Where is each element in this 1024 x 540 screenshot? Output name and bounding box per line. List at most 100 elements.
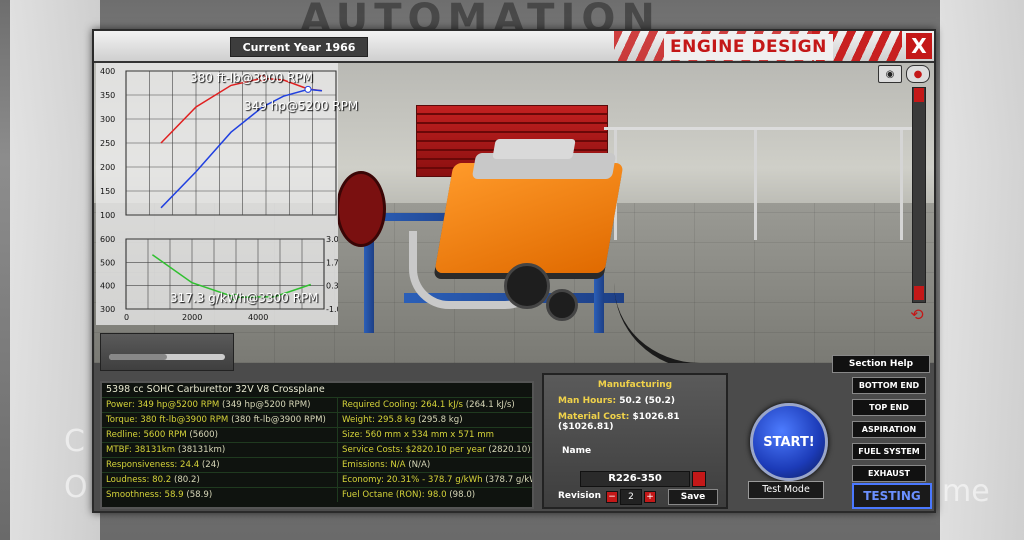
background-text: O bbox=[64, 470, 88, 505]
carburettor bbox=[492, 139, 576, 159]
scroll-down-arrow[interactable] bbox=[914, 286, 924, 300]
section-help-button[interactable]: Section Help bbox=[832, 355, 930, 373]
stat-label: Redline: 5600 RPM bbox=[106, 430, 187, 440]
material-cost-label: Material Cost: bbox=[558, 412, 630, 422]
manufacturing-panel: Manufacturing Man Hours: 50.2 (50.2) Mat… bbox=[542, 373, 728, 509]
stat-left-6: Smoothness: 58.9 (58.9) bbox=[102, 487, 338, 502]
accessory-pulley bbox=[546, 289, 578, 321]
stat-value: (380 ft-lb@3900 RPM) bbox=[228, 415, 326, 425]
stat-right-6: Fuel Octane (RON): 98.0 (98.0) bbox=[338, 487, 532, 502]
testing-button[interactable]: TESTING bbox=[852, 483, 932, 509]
stat-value: (349 hp@5200 RPM) bbox=[219, 400, 311, 410]
y-tick-label: 200 bbox=[100, 163, 115, 172]
stat-label: Fuel Octane (RON): 98.0 bbox=[342, 490, 447, 500]
stat-label: Responsiveness: 24.4 bbox=[106, 460, 200, 470]
stat-value: (264.1 kJ/s) bbox=[463, 400, 515, 410]
background-text: me bbox=[942, 474, 990, 509]
section-button-0[interactable]: BOTTOM END bbox=[852, 377, 926, 394]
title-bar: Current Year 1966 ENGINE DESIGN X bbox=[94, 31, 934, 63]
material-cost: Material Cost: $1026.81 ($1026.81) bbox=[544, 412, 726, 432]
section-buttons: BOTTOM END TOP END ASPIRATION FUEL SYSTEM EX… bbox=[852, 377, 926, 487]
stat-label: Size: 560 mm x 534 mm x 571 mm bbox=[342, 430, 494, 440]
y-tick-label: 150 bbox=[100, 187, 115, 196]
zoom-scrollbar[interactable] bbox=[912, 87, 926, 303]
stat-label: Loudness: 80.2 bbox=[106, 475, 172, 485]
revision-decrement-button[interactable]: − bbox=[606, 491, 618, 503]
screen-title: ENGINE DESIGN bbox=[664, 34, 833, 60]
section-button-3[interactable]: FUEL SYSTEM bbox=[852, 443, 926, 460]
name-reset-button[interactable] bbox=[692, 471, 706, 487]
background-text: C bbox=[64, 424, 85, 459]
y-tick-label: 350 bbox=[100, 91, 115, 100]
background-pillar bbox=[10, 0, 100, 540]
performance-graphs: 400 350 300 250 200 150 100 600 500 400 300 3.0 1.7 0… bbox=[96, 63, 358, 325]
section-button-1[interactable]: TOP END bbox=[852, 399, 926, 416]
y-tick-label-right: 1.7 bbox=[326, 258, 338, 267]
eye-icon[interactable]: ● bbox=[906, 65, 930, 83]
engine-name-field[interactable]: R226-350 bbox=[580, 471, 690, 487]
y-tick-label: 250 bbox=[100, 139, 115, 148]
manufacturing-title: Manufacturing bbox=[597, 380, 673, 390]
stat-value: (24) bbox=[199, 460, 220, 470]
power-peak-annotation: 349 hp@5200 RPM bbox=[244, 99, 359, 113]
stat-label: Service Costs: $2820.10 per year bbox=[342, 445, 486, 455]
x-tick-label: 0 bbox=[124, 313, 129, 322]
efficiency-annotation: 317.3 g/kWh@3300 RPM bbox=[170, 291, 319, 305]
revision-value: 2 bbox=[620, 489, 642, 505]
stat-value: (295.8 kg) bbox=[415, 415, 463, 425]
test-mode-button[interactable]: Test Mode bbox=[748, 481, 824, 499]
man-hours-value: 50.2 (50.2) bbox=[619, 396, 676, 406]
stats-grid: Power: 349 hp@5200 RPM (349 hp@5200 RPM)… bbox=[102, 397, 532, 502]
stat-value: (2820.10) bbox=[485, 445, 531, 455]
engine-design-window: Current Year 1966 ENGINE DESIGN X 400 35… bbox=[92, 29, 936, 513]
stat-left-3: MTBF: 38131km (38131km) bbox=[102, 442, 338, 457]
stat-right-3: Service Costs: $2820.10 per year (2820.1… bbox=[338, 442, 532, 457]
start-button[interactable]: START! bbox=[750, 403, 828, 481]
camera-icon[interactable]: ◉ bbox=[878, 65, 902, 83]
engine-block bbox=[434, 163, 624, 273]
close-button[interactable]: X bbox=[906, 33, 932, 59]
y-tick-label: 600 bbox=[100, 235, 115, 244]
stat-label: Weight: 295.8 kg bbox=[342, 415, 416, 425]
y-tick-label: 500 bbox=[100, 258, 115, 267]
stat-value: (58.9) bbox=[183, 490, 213, 500]
torque-peak-annotation: 380 ft-lb@3900 RPM bbox=[190, 71, 313, 85]
rotate-icon[interactable]: ⟲ bbox=[906, 305, 928, 325]
stat-left-2: Redline: 5600 RPM (5600) bbox=[102, 427, 338, 442]
current-year-label: Current Year 1966 bbox=[230, 37, 368, 57]
stat-value: (N/A) bbox=[405, 460, 431, 470]
stat-label: Smoothness: 58.9 bbox=[106, 490, 184, 500]
y-tick-label: 300 bbox=[100, 115, 115, 124]
stat-label: Economy: 20.31% - 378.7 g/kWh bbox=[342, 475, 483, 485]
background-pillar bbox=[940, 0, 1024, 540]
section-button-2[interactable]: ASPIRATION bbox=[852, 421, 926, 438]
stat-value: (98.0) bbox=[446, 490, 476, 500]
stat-left-4: Responsiveness: 24.4 (24) bbox=[102, 457, 338, 472]
stat-value: (5600) bbox=[186, 430, 218, 440]
stat-right-2: Size: 560 mm x 534 mm x 571 mm bbox=[338, 427, 532, 442]
save-button[interactable]: Save bbox=[668, 489, 718, 505]
y-tick-label-right: 0.3 bbox=[326, 282, 338, 291]
man-hours-label: Man Hours: bbox=[558, 396, 617, 406]
stat-left-1: Torque: 380 ft-lb@3900 RPM (380 ft-lb@39… bbox=[102, 412, 338, 427]
view-slider-panel bbox=[100, 333, 234, 371]
engine-description: 5398 cc SOHC Carburettor 32V V8 Crosspla… bbox=[106, 384, 325, 395]
stat-value: (80.2) bbox=[171, 475, 200, 485]
stat-left-5: Loudness: 80.2 (80.2) bbox=[102, 472, 338, 487]
y-tick-label-right: -1.0 bbox=[326, 305, 338, 314]
stat-label: Required Cooling: 264.1 kJ/s bbox=[342, 400, 464, 410]
stat-value: (38131km) bbox=[175, 445, 226, 455]
section-button-4[interactable]: EXHAUST bbox=[852, 465, 926, 482]
crank-pulley bbox=[504, 263, 550, 309]
stat-right-5: Economy: 20.31% - 378.7 g/kWh (378.7 g/k… bbox=[338, 472, 532, 487]
man-hours: Man Hours: 50.2 (50.2) bbox=[544, 396, 726, 406]
stat-label: MTBF: 38131km bbox=[106, 445, 176, 455]
workbench bbox=[604, 127, 914, 250]
revision-increment-button[interactable]: + bbox=[644, 491, 656, 503]
stat-label: Torque: 380 ft-lb@3900 RPM bbox=[106, 415, 229, 425]
stat-right-1: Weight: 295.8 kg (295.8 kg) bbox=[338, 412, 532, 427]
revision-label: Revision bbox=[558, 491, 602, 501]
stat-right-4: Emissions: N/A (N/A) bbox=[338, 457, 532, 472]
y-tick-label-right: 3.0 bbox=[326, 235, 338, 244]
scroll-up-arrow[interactable] bbox=[914, 88, 924, 102]
